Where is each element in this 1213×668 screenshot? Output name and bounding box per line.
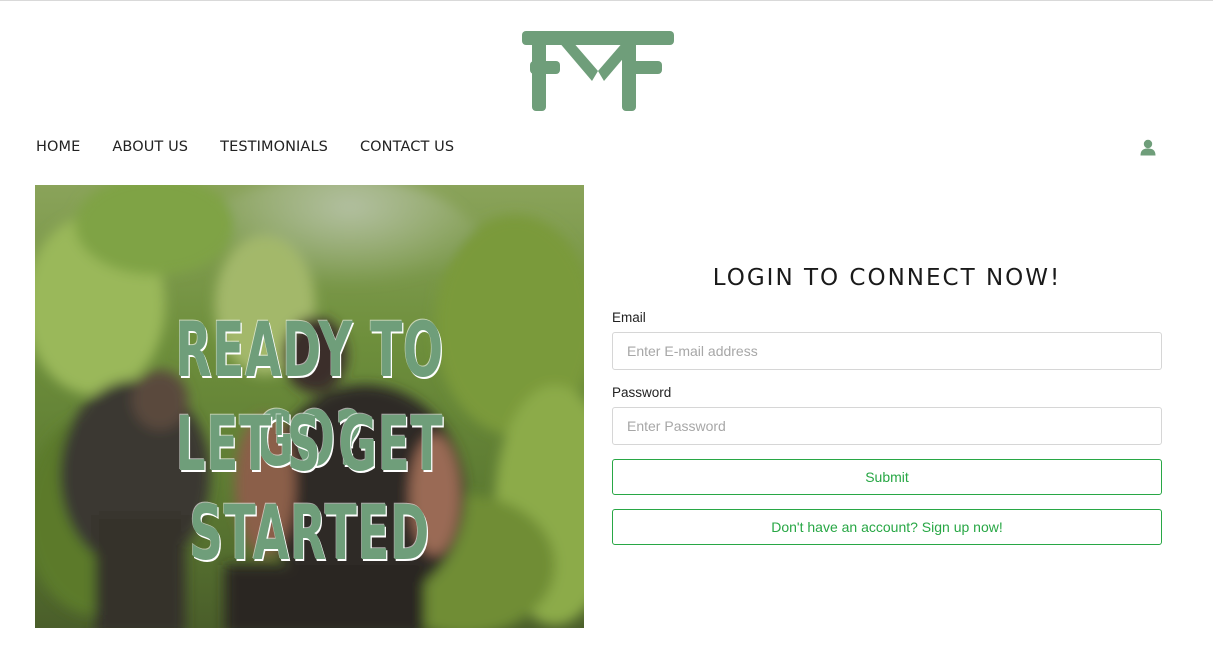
submit-button[interactable]: Submit — [612, 459, 1162, 495]
password-label: Password — [612, 385, 672, 400]
nav-item-home[interactable]: HOME — [36, 139, 80, 155]
email-field[interactable] — [612, 332, 1162, 370]
nav-item-testimonials[interactable]: TESTIMONIALS — [220, 139, 328, 155]
hero-image: READY TO GO? LET'S GET STARTED — [35, 185, 584, 628]
email-label: Email — [612, 310, 646, 325]
nav-item-about-us[interactable]: ABOUT US — [112, 139, 188, 155]
hero-headline-line2: LET'S GET STARTED — [175, 399, 444, 577]
nav-item-contact-us[interactable]: CONTACT US — [360, 139, 454, 155]
main-nav: HOME ABOUT US TESTIMONIALS CONTACT US — [36, 139, 486, 155]
top-divider — [0, 0, 1213, 1]
user-icon[interactable] — [1140, 139, 1156, 156]
signup-button[interactable]: Don't have an account? Sign up now! — [612, 509, 1162, 545]
login-title: LOGIN TO CONNECT NOW! — [712, 265, 1062, 291]
fmf-logo[interactable] — [522, 31, 674, 111]
password-field[interactable] — [612, 407, 1162, 445]
